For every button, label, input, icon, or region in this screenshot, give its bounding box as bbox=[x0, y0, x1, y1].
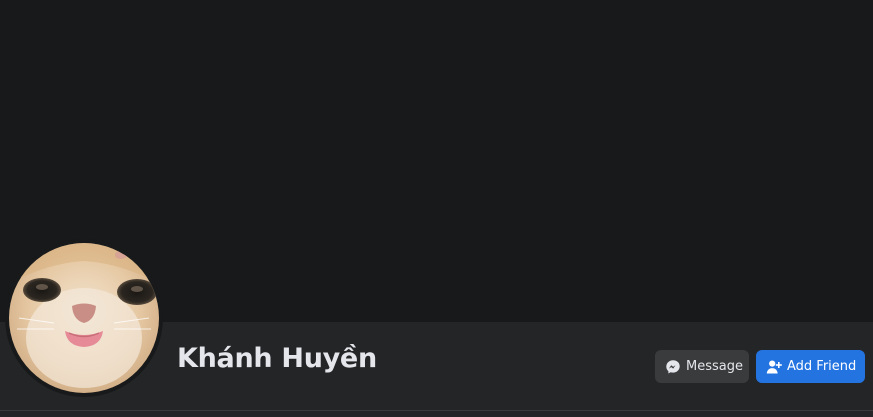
profile-avatar[interactable] bbox=[5, 239, 163, 397]
profile-page: Khánh Huyền Message Add Friend bbox=[0, 0, 873, 417]
header-divider bbox=[0, 410, 873, 411]
add-person-icon bbox=[766, 359, 782, 375]
add-friend-button[interactable]: Add Friend bbox=[756, 350, 865, 383]
profile-name: Khánh Huyền bbox=[177, 343, 377, 374]
messenger-icon bbox=[665, 359, 681, 375]
cat-avatar-image bbox=[9, 243, 159, 393]
message-button-label: Message bbox=[686, 359, 743, 374]
message-button[interactable]: Message bbox=[655, 350, 749, 383]
add-friend-button-label: Add Friend bbox=[787, 359, 857, 374]
